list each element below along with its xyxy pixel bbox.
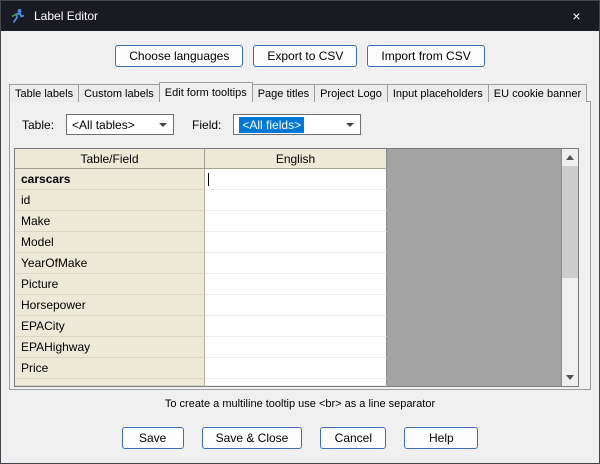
table-row: EPAHighway (15, 337, 387, 358)
english-cell[interactable] (205, 190, 387, 211)
field-filter-select[interactable]: <All fields> (233, 114, 362, 135)
table-row: Make (15, 211, 387, 232)
field-cell[interactable]: carscars (15, 169, 205, 190)
filter-row: Table: <All tables> Field: <All fields> (22, 114, 362, 135)
table-row: Picture (15, 274, 387, 295)
table-row: YearOfMake (15, 253, 387, 274)
close-icon: × (572, 8, 581, 24)
field-cell[interactable]: Picture (15, 274, 205, 295)
field-cell[interactable]: Model (15, 232, 205, 253)
field-cell[interactable] (15, 379, 205, 386)
grid-empty-area (387, 149, 561, 386)
close-button[interactable]: × (554, 1, 599, 31)
tab-table-labels[interactable]: Table labels (9, 84, 80, 102)
field-cell[interactable]: EPAHighway (15, 337, 205, 358)
scrollbar-thumb[interactable] (562, 166, 578, 278)
text-caret (208, 172, 209, 186)
english-cell[interactable] (205, 232, 387, 253)
import-csv-button[interactable]: Import from CSV (367, 45, 485, 67)
english-cell[interactable] (205, 253, 387, 274)
table-row: carscars (15, 169, 387, 190)
table-row: Model (15, 232, 387, 253)
field-filter-label: Field: (192, 117, 222, 132)
field-cell[interactable]: Price (15, 358, 205, 379)
tab-bar: Table labels Custom labels Edit form too… (9, 82, 591, 102)
english-cell[interactable] (205, 358, 387, 379)
vertical-scrollbar[interactable] (561, 149, 578, 386)
chevron-down-icon (346, 123, 355, 127)
cancel-button[interactable]: Cancel (320, 427, 387, 449)
tab-edit-form-tooltips[interactable]: Edit form tooltips (158, 82, 253, 102)
field-filter-value: <All fields> (239, 116, 305, 133)
label-editor-window: Label Editor × Choose languages Export t… (0, 0, 600, 464)
english-cell[interactable] (205, 316, 387, 337)
scroll-down-icon (566, 375, 574, 380)
english-cell[interactable] (205, 211, 387, 232)
column-header-english: English (205, 149, 387, 169)
tab-page-titles[interactable]: Page titles (251, 84, 316, 102)
table-row: Price (15, 358, 387, 379)
tab-eu-cookie-banner[interactable]: EU cookie banner (487, 84, 588, 102)
save-close-button[interactable]: Save & Close (201, 427, 303, 449)
table-row (15, 379, 387, 386)
help-button[interactable]: Help (404, 427, 479, 449)
tab-input-placeholders[interactable]: Input placeholders (386, 84, 489, 102)
english-cell[interactable] (205, 274, 387, 295)
toolbar: Choose languages Export to CSV Import fr… (1, 45, 599, 67)
field-cell[interactable]: Horsepower (15, 295, 205, 316)
field-cell[interactable]: EPACity (15, 316, 205, 337)
app-icon (10, 8, 26, 24)
titlebar: Label Editor × (1, 1, 599, 31)
table-row: id (15, 190, 387, 211)
grid-header-row: Table/Field English (15, 149, 387, 169)
field-cell[interactable]: YearOfMake (15, 253, 205, 274)
table-row: EPACity (15, 316, 387, 337)
column-header-table-field: Table/Field (15, 149, 205, 169)
chevron-down-icon (159, 123, 168, 127)
table-filter-select[interactable]: <All tables> (66, 114, 175, 135)
english-cell[interactable] (205, 295, 387, 316)
scrollbar-track[interactable] (562, 166, 578, 369)
table-filter-value: <All tables> (72, 117, 135, 132)
scroll-up-button[interactable] (562, 149, 578, 166)
table-filter-label: Table: (22, 117, 55, 132)
english-cell[interactable] (205, 379, 387, 386)
english-cell[interactable] (205, 337, 387, 358)
tab-panel: Table: <All tables> Field: <All fields> … (9, 101, 591, 390)
export-csv-button[interactable]: Export to CSV (253, 45, 358, 67)
save-button[interactable]: Save (121, 427, 184, 449)
window-title: Label Editor (34, 9, 99, 23)
footer-buttons: Save Save & Close Cancel Help (1, 427, 599, 449)
scroll-up-icon (566, 155, 574, 160)
table-row: Horsepower (15, 295, 387, 316)
grid-columns: Table/Field English carscars id Make Mod… (15, 149, 387, 386)
field-cell[interactable]: Make (15, 211, 205, 232)
field-cell[interactable]: id (15, 190, 205, 211)
english-cell[interactable] (205, 169, 387, 190)
tooltips-grid: Table/Field English carscars id Make Mod… (14, 148, 579, 387)
choose-languages-button[interactable]: Choose languages (115, 45, 244, 67)
tab-project-logo[interactable]: Project Logo (314, 84, 388, 102)
hint-text: To create a multiline tooltip use <br> a… (164, 398, 436, 410)
tab-custom-labels[interactable]: Custom labels (78, 84, 160, 102)
scroll-down-button[interactable] (562, 369, 578, 386)
